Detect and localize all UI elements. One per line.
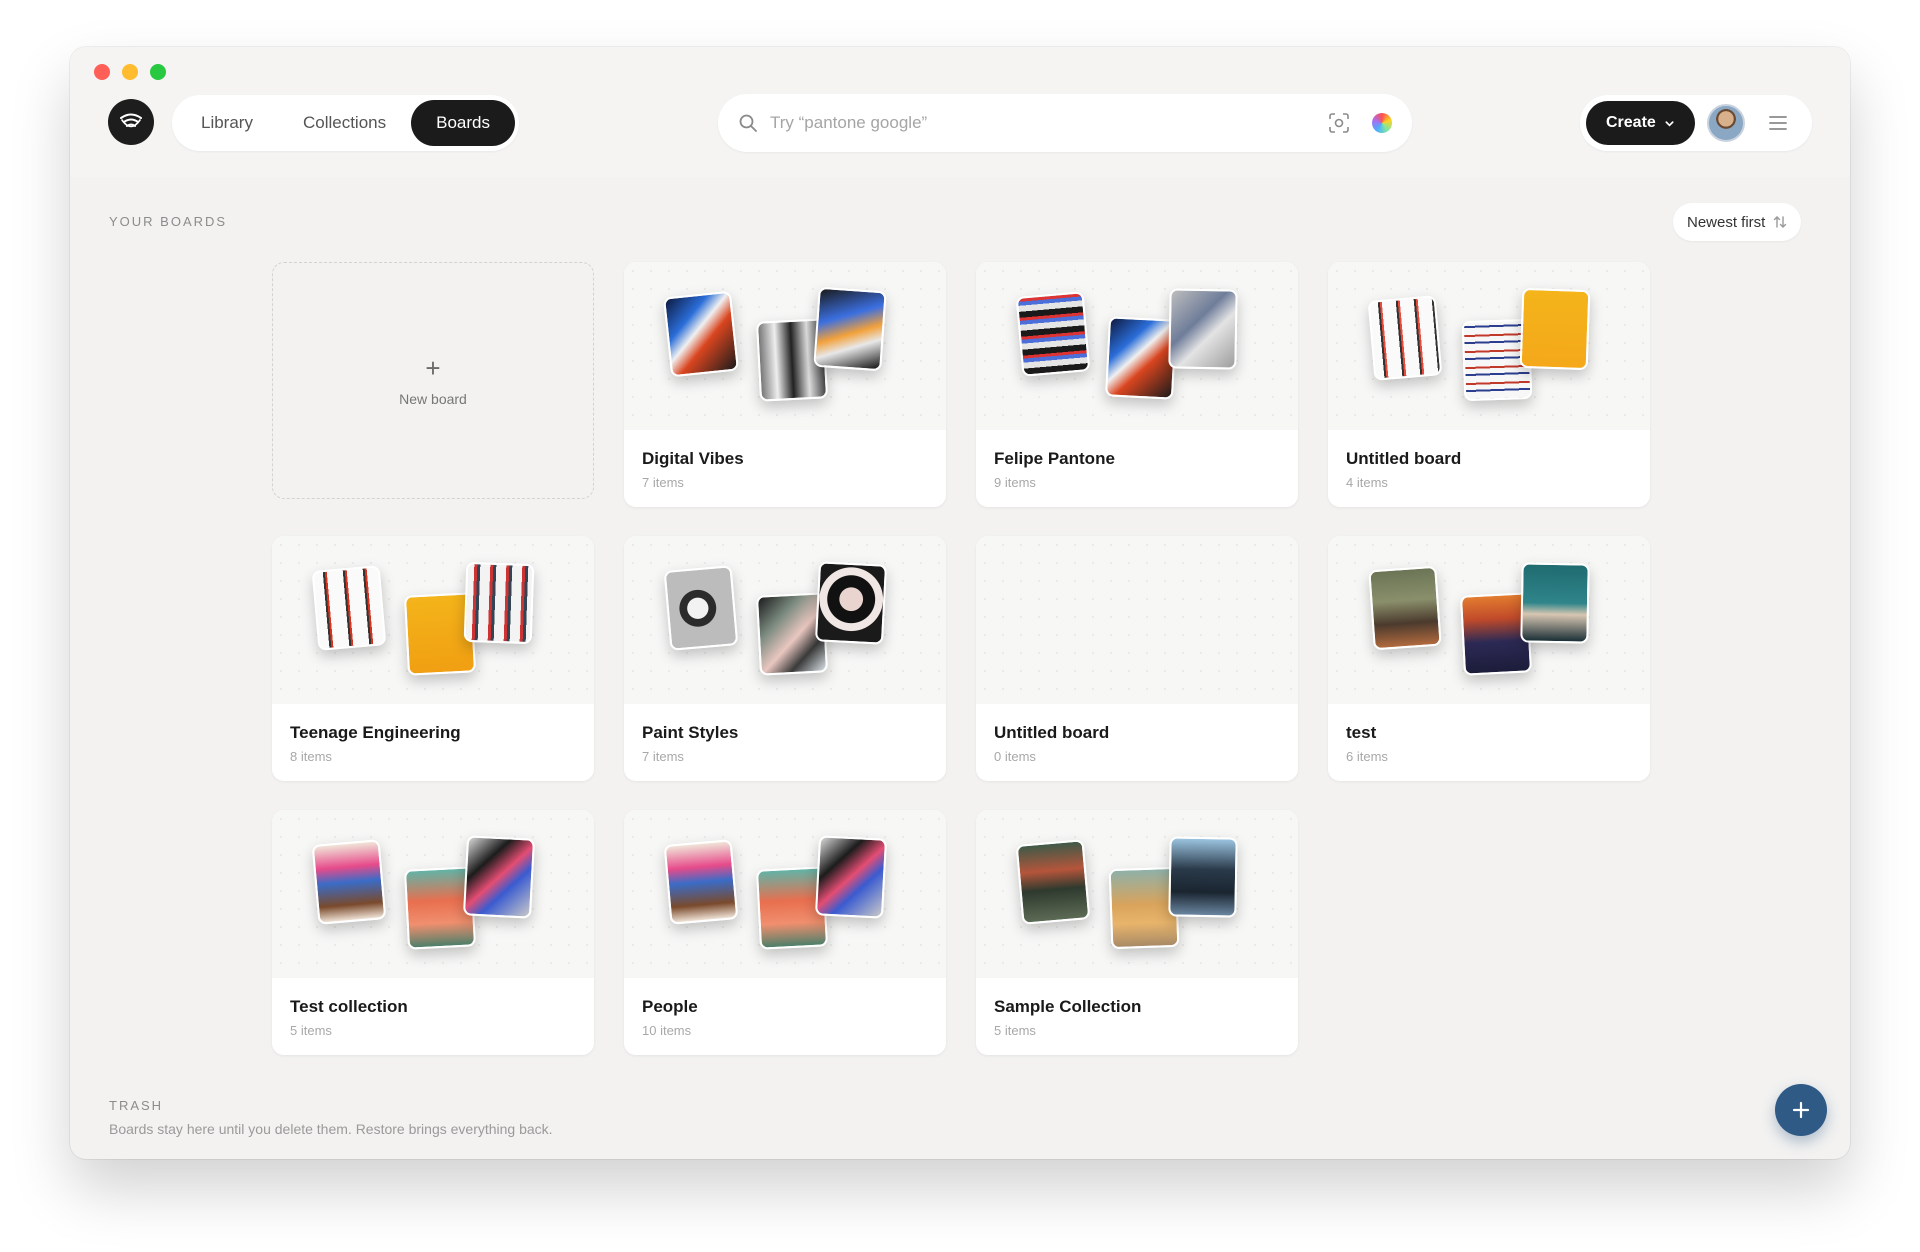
board-thumbnail	[462, 835, 536, 919]
board-thumbnail	[1368, 565, 1442, 651]
top-bar: Library Collections Boards Create	[70, 47, 1850, 177]
trash-description: Boards stay here until you delete them. …	[109, 1121, 553, 1137]
search-bar	[718, 94, 1412, 152]
sort-arrows-icon	[1774, 216, 1787, 228]
account-toolbar: Create	[1580, 95, 1812, 151]
board-thumbnail	[1520, 562, 1590, 644]
plus-icon: +	[425, 352, 441, 383]
board-item-count: 8 items	[290, 749, 332, 764]
board-preview	[976, 810, 1298, 978]
board-item-count: 4 items	[1346, 475, 1388, 490]
board-card-people[interactable]: People 10 items	[624, 810, 946, 1055]
board-thumbnail	[663, 290, 739, 378]
board-title: Untitled board	[994, 723, 1110, 742]
board-item-count: 5 items	[994, 1023, 1036, 1038]
board-thumbnail	[463, 561, 535, 645]
board-thumbnail	[1519, 287, 1591, 371]
board-item-count: 5 items	[290, 1023, 332, 1038]
close-window-button[interactable]	[94, 64, 110, 80]
board-card-test[interactable]: test 6 items	[1328, 536, 1650, 781]
sort-label: Newest first	[1687, 213, 1766, 231]
board-item-count: 7 items	[642, 475, 684, 490]
board-preview	[624, 536, 946, 704]
create-button-label: Create	[1606, 114, 1656, 131]
board-thumbnail	[1015, 291, 1091, 377]
board-preview	[976, 536, 1298, 704]
board-card-untitled-1[interactable]: Untitled board 4 items	[1328, 262, 1650, 507]
board-title: test	[1346, 723, 1377, 742]
sort-button[interactable]: Newest first	[1673, 203, 1802, 241]
scan-icon[interactable]	[1328, 112, 1350, 134]
board-card-sample-collection[interactable]: Sample Collection 5 items	[976, 810, 1298, 1055]
window-controls	[94, 64, 166, 80]
board-thumbnail	[813, 286, 887, 372]
board-card-digital-vibes[interactable]: Digital Vibes 7 items	[624, 262, 946, 507]
board-preview	[976, 262, 1298, 430]
board-thumbnail	[814, 835, 888, 919]
board-card-teenage-engineering[interactable]: Teenage Engineering 8 items	[272, 536, 594, 781]
board-thumbnail	[1168, 288, 1238, 370]
new-board-button[interactable]: + New board	[272, 262, 594, 499]
board-preview	[624, 810, 946, 978]
search-input[interactable]	[770, 113, 1328, 133]
board-preview	[624, 262, 946, 430]
board-title: Untitled board	[1346, 449, 1462, 468]
create-button[interactable]: Create	[1586, 101, 1695, 145]
board-item-count: 0 items	[994, 749, 1036, 764]
search-icon	[739, 114, 757, 132]
board-item-count: 7 items	[642, 749, 684, 764]
board-thumbnail	[1367, 295, 1443, 381]
logo-icon	[120, 113, 142, 128]
board-title: Teenage Engineering	[290, 723, 461, 742]
new-board-label: New board	[399, 390, 467, 407]
add-floating-button[interactable]	[1775, 1084, 1827, 1136]
board-thumbnail	[663, 565, 739, 651]
board-thumbnail	[1015, 839, 1091, 925]
avatar[interactable]	[1706, 104, 1745, 142]
board-card-untitled-2[interactable]: Untitled board 0 items	[976, 536, 1298, 781]
board-title: People	[642, 997, 698, 1016]
hamburger-menu-icon[interactable]	[1767, 112, 1789, 134]
board-title: Paint Styles	[642, 723, 739, 742]
board-thumbnail	[1168, 836, 1238, 918]
board-preview	[1328, 262, 1650, 430]
board-title: Felipe Pantone	[994, 449, 1115, 468]
board-thumbnail	[663, 839, 739, 925]
board-thumbnail	[311, 839, 387, 925]
main-nav: Library Collections Boards	[172, 95, 519, 151]
board-card-paint-styles[interactable]: Paint Styles 7 items	[624, 536, 946, 781]
boards-section-heading: YOUR BOARDS	[109, 214, 228, 229]
minimize-window-button[interactable]	[122, 64, 138, 80]
board-card-felipe-pantone[interactable]: Felipe Pantone 9 items	[976, 262, 1298, 507]
board-title: Digital Vibes	[642, 449, 744, 468]
board-thumbnail	[814, 561, 888, 645]
color-orb-icon[interactable]	[1372, 113, 1392, 133]
plus-icon	[1792, 1101, 1810, 1119]
board-preview	[272, 536, 594, 704]
tab-collections[interactable]: Collections	[278, 100, 411, 146]
trash-section-heading: TRASH	[109, 1098, 164, 1113]
board-preview	[272, 810, 594, 978]
board-item-count: 10 items	[642, 1023, 692, 1038]
board-item-count: 9 items	[994, 475, 1036, 490]
board-item-count: 6 items	[1346, 749, 1388, 764]
board-title: Sample Collection	[994, 997, 1142, 1016]
app-window: Library Collections Boards Create	[70, 47, 1850, 1159]
board-thumbnail	[311, 565, 387, 651]
board-card-test-collection[interactable]: Test collection 5 items	[272, 810, 594, 1055]
board-preview	[1328, 536, 1650, 704]
tab-boards[interactable]: Boards	[411, 100, 515, 146]
zoom-window-button[interactable]	[150, 64, 166, 80]
board-thumbnail	[1104, 316, 1178, 400]
tab-library[interactable]: Library	[176, 100, 278, 146]
chevron-down-icon	[1665, 120, 1674, 127]
board-title: Test collection	[290, 997, 408, 1016]
app-logo[interactable]	[108, 99, 154, 145]
